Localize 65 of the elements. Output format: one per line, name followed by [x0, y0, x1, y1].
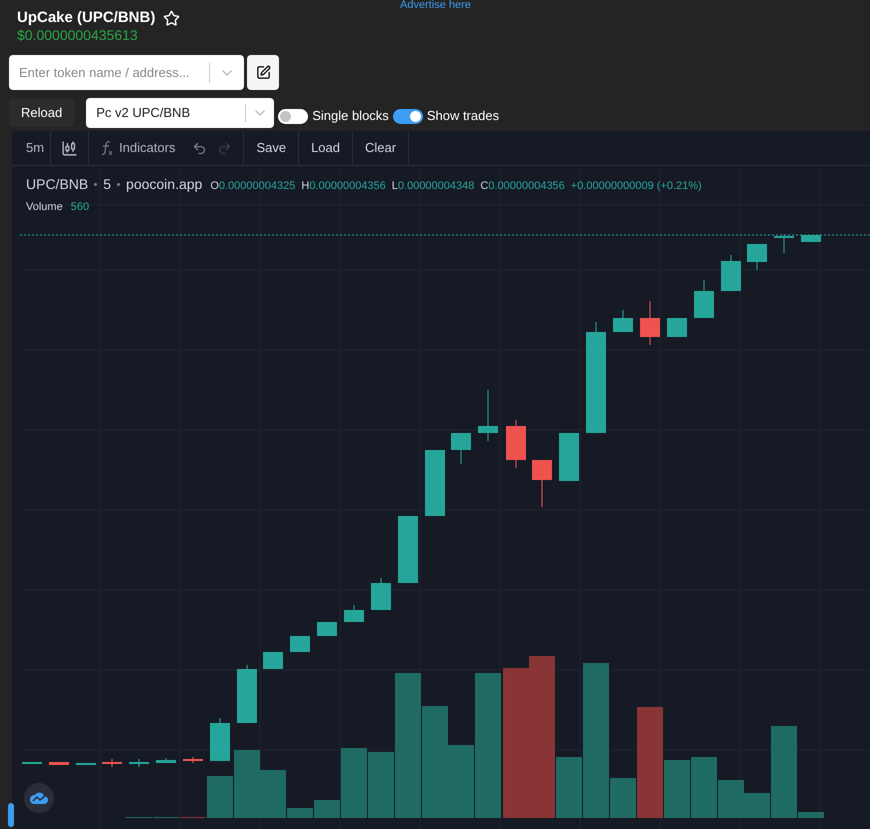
- candle: [640, 300, 660, 346]
- volume-label: Volume: [26, 200, 63, 215]
- toolbar-button[interactable]: Load: [299, 131, 353, 165]
- interval-button[interactable]: 5m: [20, 131, 52, 165]
- source-label: poocoin.app: [126, 175, 202, 194]
- candle: [22, 762, 42, 764]
- candle: [532, 460, 552, 508]
- advertise-link[interactable]: Advertise here: [400, 0, 471, 11]
- candle: [290, 636, 310, 652]
- symbol-label: UPC/BNB: [26, 175, 88, 194]
- candle: [559, 432, 579, 482]
- candle: [156, 758, 176, 764]
- ohlc-value: O0.00000004325: [210, 179, 296, 194]
- token-title: UpCake (UPC/BNB): [17, 9, 156, 27]
- ohlc-value: L0.00000004348: [392, 179, 474, 194]
- edit-icon: [256, 65, 270, 80]
- candle: [774, 234, 794, 254]
- interval-label: 5: [103, 175, 112, 194]
- candle: [747, 244, 767, 270]
- candle: [721, 254, 741, 292]
- change-value: +0.00000000009 (+0.21%): [570, 179, 702, 194]
- candle: [478, 390, 498, 442]
- candle: [317, 622, 337, 636]
- candle: [76, 762, 96, 766]
- search-input[interactable]: Enter token name / address...: [9, 62, 209, 82]
- ohlc-value: C0.00000004356: [480, 179, 565, 194]
- indicators-button[interactable]: Indicators: [89, 131, 188, 165]
- pair-select[interactable]: Pc v2 UPC/BNB: [86, 98, 274, 128]
- candle: [694, 280, 714, 318]
- candle: [398, 516, 418, 584]
- logo-badge[interactable]: [24, 783, 54, 813]
- redo-icon: [217, 140, 232, 156]
- candles-icon: [61, 140, 78, 156]
- candle: [183, 756, 203, 764]
- candle: [506, 420, 526, 468]
- candle: [801, 234, 821, 242]
- candle: [451, 432, 471, 464]
- token-price: $0.0000000435613: [16, 27, 139, 43]
- toolbar-button[interactable]: Clear: [353, 131, 410, 165]
- toolbar-button[interactable]: Save: [244, 131, 300, 165]
- toggle-label: Show trades: [426, 107, 500, 126]
- side-handle[interactable]: [8, 803, 14, 827]
- toggle-switch[interactable]: [392, 108, 423, 124]
- candle: [425, 450, 445, 516]
- function-icon: [101, 140, 114, 156]
- undo-icon: [192, 140, 208, 156]
- candle: [210, 718, 230, 762]
- ohlc-value: H0.00000004356: [301, 179, 386, 194]
- candle: [344, 604, 364, 622]
- reload-button[interactable]: Reload: [9, 99, 74, 127]
- search-field[interactable]: Enter token name / address...: [9, 55, 244, 90]
- candle: [263, 652, 283, 670]
- candle: [129, 758, 149, 768]
- toggle-label: Single blocks: [312, 107, 389, 126]
- toggle-switch[interactable]: [278, 108, 308, 124]
- candle: [237, 664, 257, 724]
- candle: [371, 578, 391, 610]
- candle: [102, 758, 122, 768]
- cloud-icon: [30, 792, 48, 804]
- volume-value: 560: [70, 200, 90, 215]
- edit-button[interactable]: [247, 55, 279, 90]
- star-icon[interactable]: [163, 10, 180, 26]
- candle: [667, 318, 687, 338]
- candle: [49, 762, 69, 766]
- candle: [613, 310, 633, 332]
